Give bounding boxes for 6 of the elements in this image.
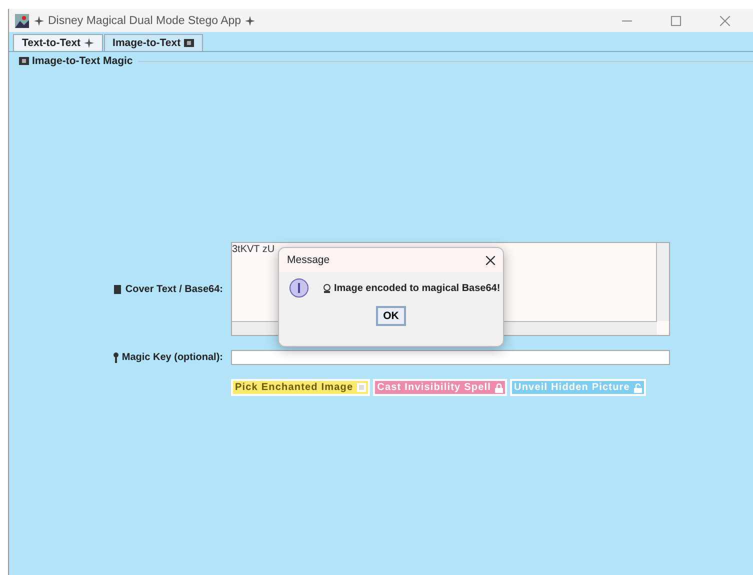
field-label: Cover Text / Base64: — [125, 284, 223, 294]
field-label: Magic Key (optional): — [122, 352, 223, 363]
dialog-title: Message — [287, 254, 330, 266]
dialog-message: Image encoded to magical Base64! — [334, 282, 500, 294]
panel-title: Image-to-Text Magic — [32, 55, 133, 67]
window-title: Disney Magical Dual Mode Stego App — [48, 14, 242, 26]
